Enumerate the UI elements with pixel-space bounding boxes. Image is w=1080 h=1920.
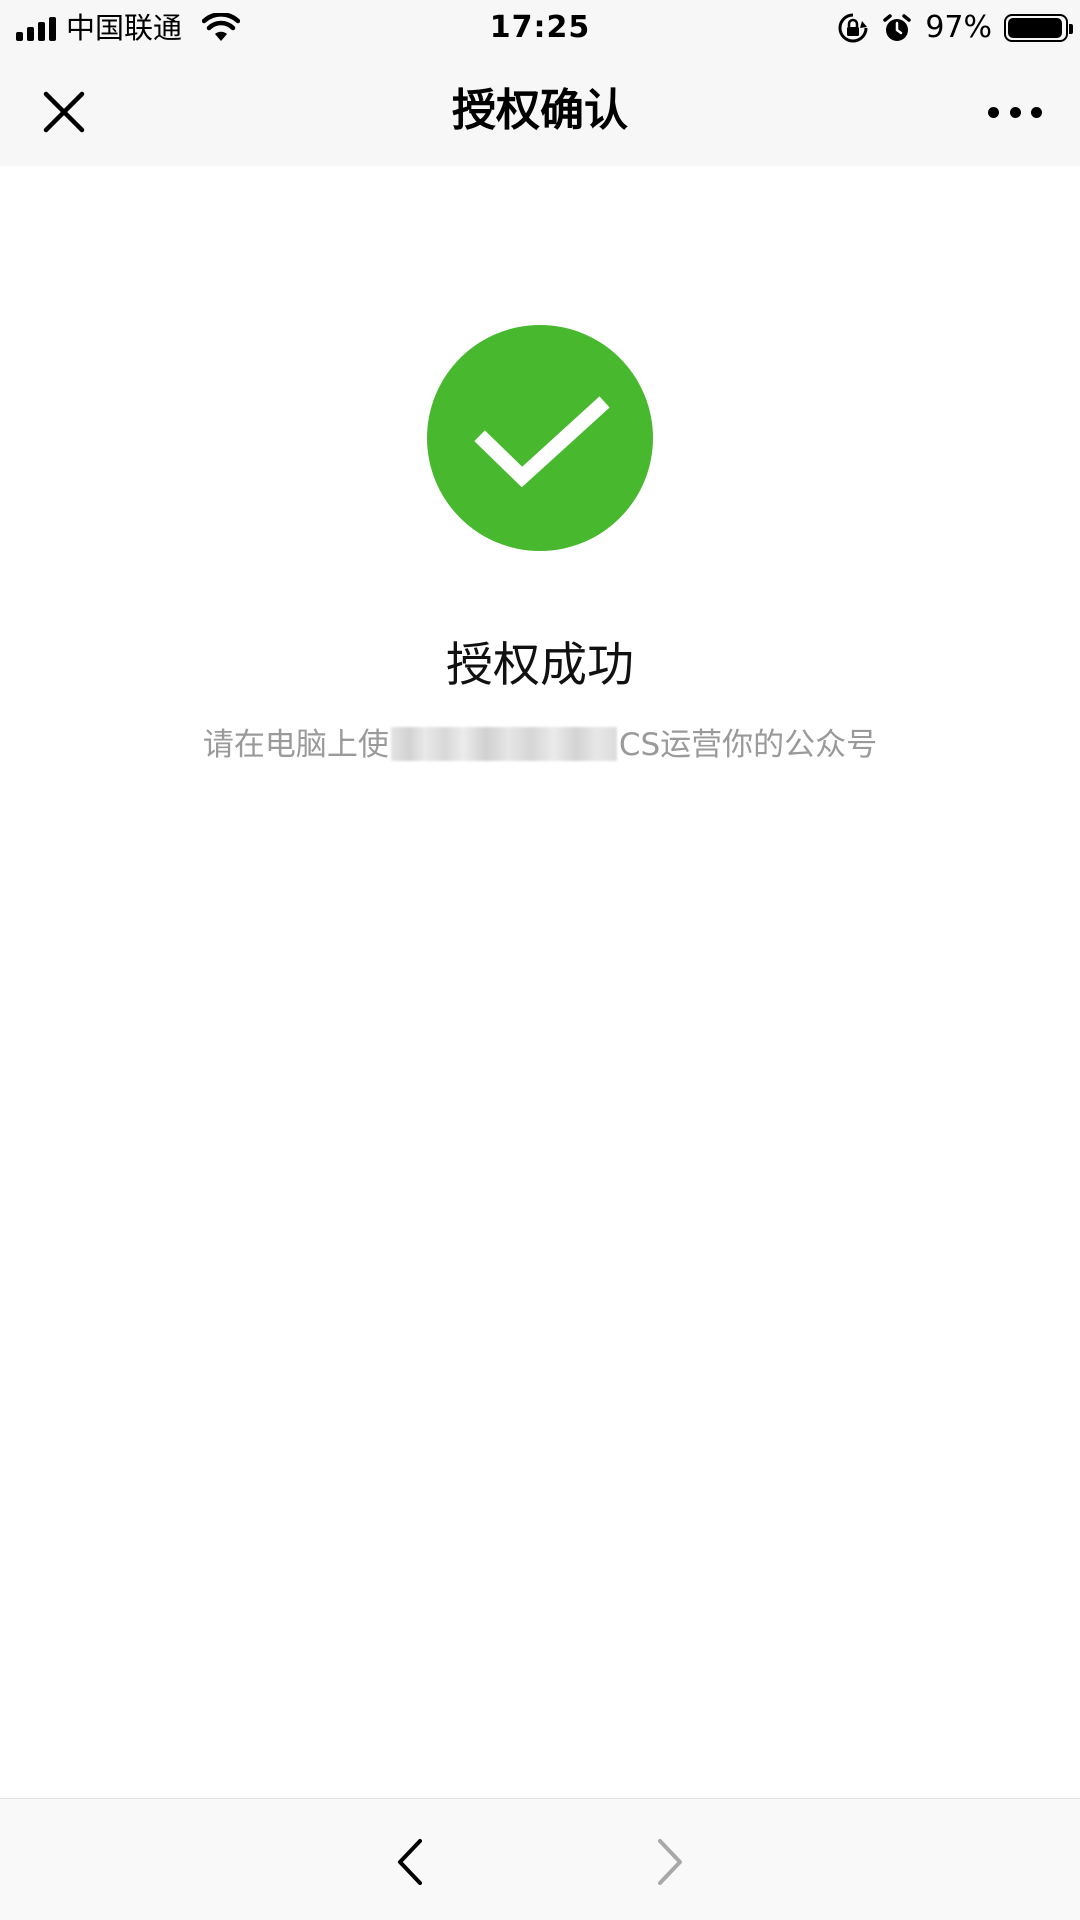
battery-percent: 97% (925, 10, 992, 45)
alarm-icon (883, 14, 912, 41)
status-right: 97% (837, 10, 1073, 46)
back-arrow-icon[interactable] (390, 1835, 430, 1889)
result-desc-prefix: 请在电脑上使 (202, 727, 389, 763)
result-title: 授权成功 (446, 638, 634, 693)
battery-icon (1004, 14, 1073, 42)
result-desc-suffix: CS运营你的公众号 (618, 727, 878, 763)
rotation-lock-icon (838, 13, 868, 43)
nav-bar: 授权确认 (0, 56, 1080, 166)
result-description: 请在电脑上使 CS运营你的公众号 (0, 722, 1080, 768)
page-title: 授权确认 (452, 85, 628, 136)
header-area: 中国联通 17:25 97% 授权确认 (0, 0, 1080, 166)
battery-fill (1008, 18, 1063, 38)
forward-arrow-icon[interactable] (650, 1835, 690, 1889)
close-icon[interactable] (40, 88, 88, 136)
more-icon[interactable] (988, 106, 1042, 118)
blurred-app-name (390, 727, 617, 761)
status-bar: 中国联通 17:25 97% (0, 0, 1080, 56)
success-check-icon (427, 325, 653, 551)
bottom-toolbar (0, 1798, 1080, 1920)
